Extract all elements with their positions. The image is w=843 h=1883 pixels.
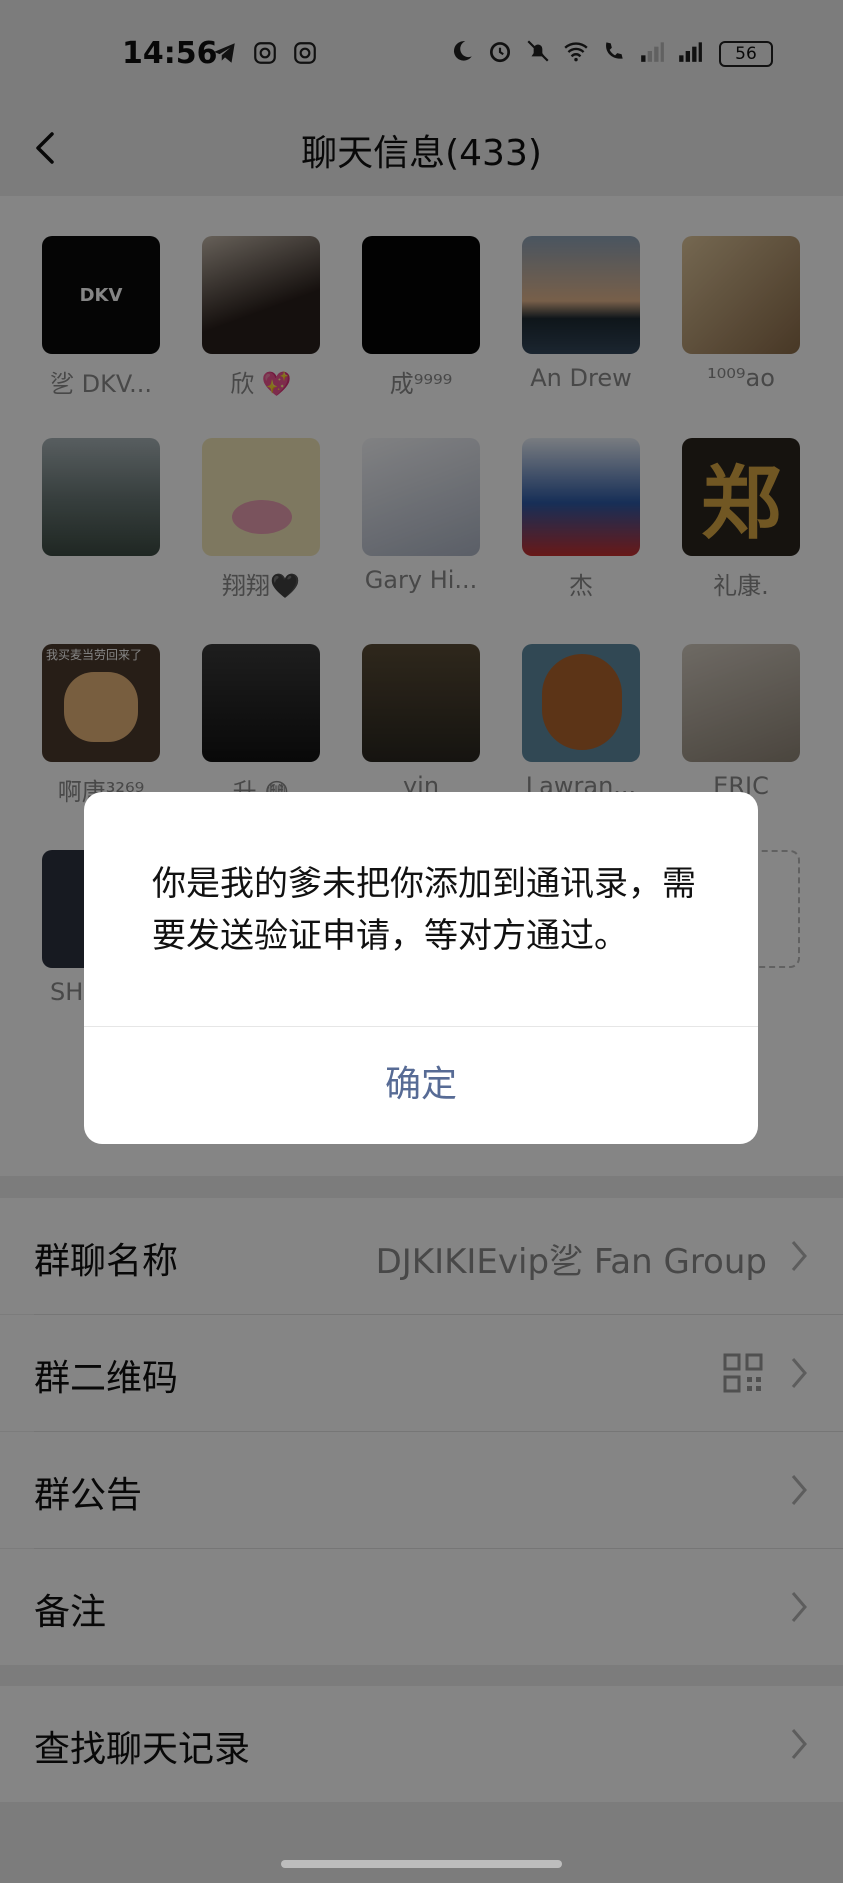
home-indicator[interactable] (281, 1860, 562, 1868)
dialog-message: 你是我的爹未把你添加到通讯录，需要发送验证申请，等对方通过。 (152, 864, 696, 956)
alert-dialog: 你是我的爹未把你添加到通讯录，需要发送验证申请，等对方通过。 确定 (84, 792, 758, 1144)
confirm-button[interactable]: 确定 (84, 1026, 758, 1144)
